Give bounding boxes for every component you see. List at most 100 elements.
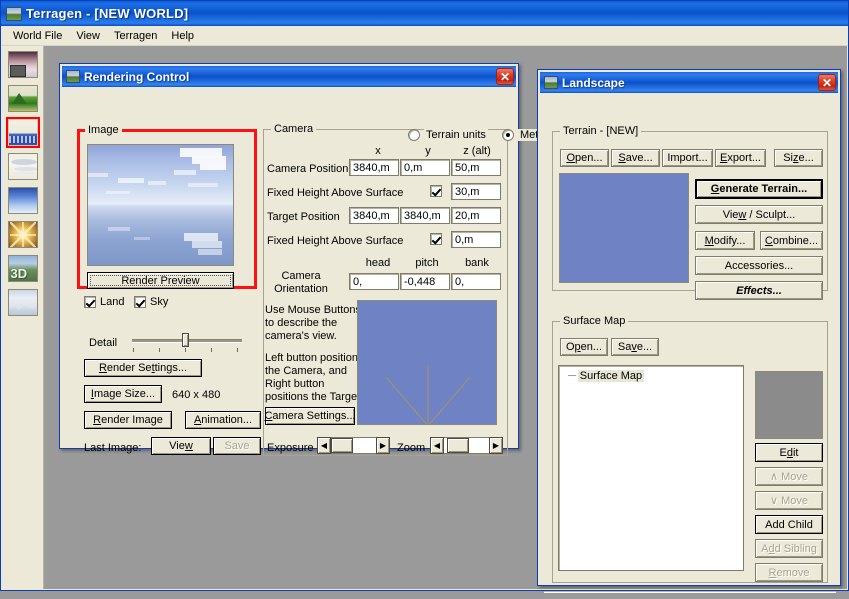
detail-label: Detail <box>89 337 118 349</box>
view-sculpt-button[interactable]: View / Sculpt... <box>695 205 823 224</box>
menubar: World File View Terragen Help <box>1 26 848 46</box>
terrain-units-radio[interactable]: Terrain units <box>408 129 488 141</box>
toolbar-button-lighting[interactable] <box>5 219 40 250</box>
toolbar-button-3d-preview[interactable] <box>5 253 40 284</box>
close-icon[interactable]: ✕ <box>818 74 836 91</box>
target-position-x-field[interactable]: 3840,m <box>349 207 399 224</box>
image-group: Image Render Preview <box>77 124 257 289</box>
land-checkbox-box <box>84 296 96 308</box>
terrain-export-button[interactable]: Export... <box>715 149 766 167</box>
exposure-label: Exposure <box>267 442 314 454</box>
render-settings-button[interactable]: Render Settings... <box>84 359 202 377</box>
image-size-button[interactable]: Image Size... <box>84 385 162 403</box>
render-image-button[interactable]: Render Image <box>84 411 172 429</box>
terrain-open-button[interactable]: Open... <box>560 149 609 167</box>
zoom-knob[interactable] <box>447 438 469 453</box>
target-position-z-field[interactable]: 20,m <box>451 207 501 224</box>
camera-position-y-field[interactable]: 0,m <box>400 159 450 176</box>
surface-map-save-button[interactable]: Save... <box>611 338 659 356</box>
orientation-bank-field[interactable]: 0, <box>451 273 501 290</box>
view-last-image-button[interactable]: View <box>151 437 211 455</box>
fixed-height-target-checkbox[interactable] <box>430 233 442 245</box>
terrain-size-button[interactable]: Size... <box>774 149 823 167</box>
sky-checkbox[interactable]: Sky <box>134 296 168 308</box>
animation-button[interactable]: Animation... <box>185 411 261 429</box>
zoom-increase-arrow[interactable]: ▶ <box>489 437 503 454</box>
atmosphere-icon <box>7 153 38 180</box>
surface-add-child-button[interactable]: Add Child <box>755 515 823 534</box>
exposure-decrease-arrow[interactable]: ◀ <box>317 437 331 454</box>
toolbar-button-terrain[interactable] <box>5 83 40 114</box>
exposure-knob[interactable] <box>331 438 353 453</box>
fixed-height-camera-field[interactable]: 30,m <box>451 183 501 200</box>
zoom-trough[interactable] <box>444 437 489 454</box>
target-position-y-field[interactable]: 3840,m <box>400 207 450 224</box>
camera-group-title: Camera <box>271 123 317 135</box>
surface-map-tree[interactable]: ─ Surface Map <box>558 365 744 571</box>
detail-slider[interactable] <box>132 333 242 353</box>
generate-terrain-button[interactable]: Generate Terrain... <box>695 179 823 199</box>
exposure-trough[interactable] <box>331 437 376 454</box>
mouse-hint-line-6: Right button <box>265 378 325 390</box>
surface-add-sibling-button: Add Sibling <box>755 539 823 558</box>
page-title: Terragen - [NEW WORLD] <box>26 6 189 21</box>
terrain-import-button[interactable]: Import... <box>662 149 713 167</box>
save-last-image-button: Save <box>213 437 261 455</box>
fixed-height-target-label: Fixed Height Above Surface <box>267 235 404 247</box>
zoom-decrease-arrow[interactable]: ◀ <box>430 437 444 454</box>
toolbar-button-sky[interactable] <box>5 185 40 216</box>
mouse-hint-line-2: to describe the <box>265 317 338 329</box>
terrain-icon <box>7 85 38 112</box>
toolbar-button-water[interactable] <box>5 117 40 148</box>
menu-item-help[interactable]: Help <box>164 28 201 44</box>
orientation-pitch-field[interactable]: -0,448 <box>400 273 450 290</box>
render-preview-button[interactable]: Render Preview <box>87 272 234 289</box>
menu-item-view[interactable]: View <box>69 28 107 44</box>
land-checkbox[interactable]: Land <box>84 296 124 308</box>
fixed-height-target-checkbox-box <box>430 233 442 245</box>
tree-expander-icon[interactable]: ─ <box>568 370 576 382</box>
mouse-hint-line-7: positions the Target. <box>265 391 364 403</box>
detail-slider-thumb[interactable] <box>182 333 189 347</box>
surface-map-open-button[interactable]: Open... <box>560 338 608 356</box>
sky-checkbox-label: Sky <box>150 296 169 308</box>
tree-item-surface-map[interactable]: ─ Surface Map <box>568 370 739 382</box>
close-icon[interactable]: ✕ <box>496 68 514 85</box>
surface-edit-button[interactable]: Edit <box>755 443 823 462</box>
mouse-hint-line-5: the Camera, and <box>265 365 347 377</box>
image-icon <box>7 289 38 316</box>
surface-remove-button: Remove <box>755 563 823 582</box>
fixed-height-camera-checkbox[interactable] <box>430 185 442 197</box>
camera-position-x-field[interactable]: 3840,m <box>349 159 399 176</box>
exposure-increase-arrow[interactable]: ▶ <box>376 437 390 454</box>
menu-item-world-file[interactable]: World File <box>6 28 69 44</box>
camera-settings-button[interactable]: Camera Settings... <box>264 407 356 425</box>
exposure-spinner[interactable]: ◀ ▶ <box>317 437 390 454</box>
effects-button[interactable]: Effects... <box>695 281 823 300</box>
col-header-y: y <box>425 145 431 157</box>
toolbar-button-render[interactable] <box>5 49 40 80</box>
accessories-button[interactable]: Accessories... <box>695 256 823 275</box>
menu-item-terragen[interactable]: Terragen <box>107 28 164 44</box>
combine-button[interactable]: Combine... <box>760 231 823 250</box>
terrain-preview-pane[interactable] <box>559 173 689 283</box>
camera-position-z-field[interactable]: 50,m <box>451 159 501 176</box>
toolbar-button-atmosphere[interactable] <box>5 151 40 182</box>
toolbar-button-image[interactable] <box>5 287 40 318</box>
landscape-dialog: Landscape ✕ Terrain - [NEW] Open... Save… <box>537 69 841 593</box>
landscape-titlebar[interactable]: Landscape ✕ <box>540 72 838 93</box>
land-checkbox-label: Land <box>100 296 125 308</box>
orientation-head-field[interactable]: 0, <box>349 273 399 290</box>
fixed-height-target-field[interactable]: 0,m <box>451 231 501 248</box>
terrain-units-radio-dot <box>408 129 420 141</box>
zoom-spinner[interactable]: ◀ ▶ <box>430 437 503 454</box>
detail-slider-ticks <box>132 348 242 353</box>
rendering-control-titlebar[interactable]: Rendering Control ✕ <box>62 66 516 87</box>
main-titlebar: Terragen - [NEW WORLD] <box>1 1 848 26</box>
camera-view-pane[interactable] <box>357 300 497 425</box>
landscape-icon <box>544 76 558 89</box>
render-preview-image <box>87 144 234 266</box>
terrain-save-button[interactable]: Save... <box>611 149 660 167</box>
image-size-value: 640 x 480 <box>172 389 221 401</box>
modify-button[interactable]: Modify... <box>695 231 755 250</box>
